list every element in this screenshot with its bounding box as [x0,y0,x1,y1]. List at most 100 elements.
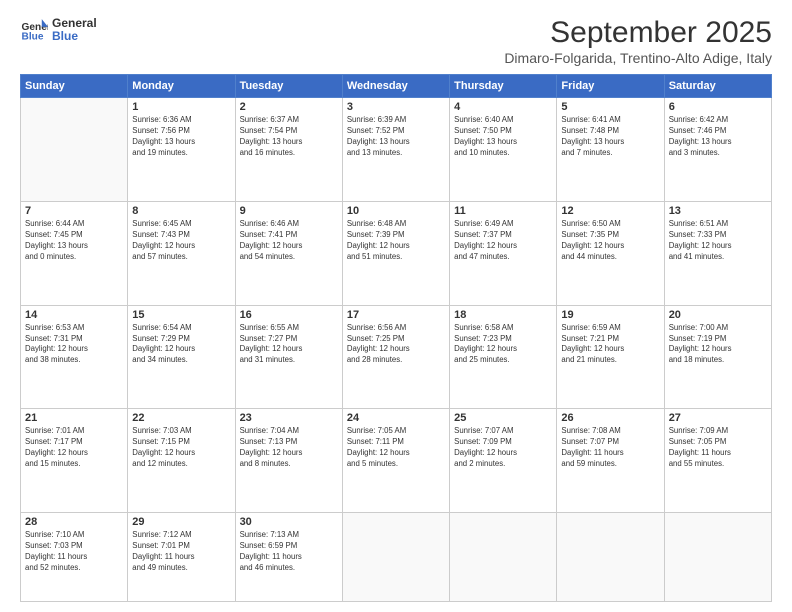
header: General Blue General Blue September 2025… [20,16,772,66]
day-number: 27 [669,412,767,424]
month-title: September 2025 [504,16,772,50]
calendar-cell: 27 Sunrise: 7:09 AM Sunset: 7:05 PM Dayli… [664,409,771,513]
day-number: 18 [454,309,552,321]
calendar-cell: 29Sunrise: 7:12 AM Sunset: 7:01 PM Dayli… [128,513,235,602]
day-number: 10 [347,205,445,217]
week-row-4: 21 Sunrise: 7:01 AM Sunset: 7:17 PM Dayli… [21,409,772,513]
calendar-cell: 10 Sunrise: 6:48 AM Sunset: 7:39 PM Dayli… [342,201,449,305]
calendar-cell [450,513,557,602]
day-info: Sunrise: 6:46 AM Sunset: 7:41 PM Dayligh… [240,219,338,263]
calendar-cell: 20 Sunrise: 7:00 AM Sunset: 7:19 PM Dayli… [664,305,771,409]
day-number: 19 [561,309,659,321]
calendar-cell: 24 Sunrise: 7:05 AM Sunset: 7:11 PM Dayli… [342,409,449,513]
logo-icon: General Blue [20,16,48,44]
day-info: Sunrise: 7:03 AM Sunset: 7:15 PM Dayligh… [132,426,230,470]
day-number: 8 [132,205,230,217]
calendar-cell: 8Sunrise: 6:45 AM Sunset: 7:43 PM Daylig… [128,201,235,305]
calendar-cell: 23Sunrise: 7:04 AM Sunset: 7:13 PM Dayli… [235,409,342,513]
calendar-cell: 25Sunrise: 7:07 AM Sunset: 7:09 PM Dayli… [450,409,557,513]
logo: General Blue General Blue [20,16,97,44]
day-number: 12 [561,205,659,217]
day-info: Sunrise: 6:54 AM Sunset: 7:29 PM Dayligh… [132,323,230,367]
calendar-cell: 16 Sunrise: 6:55 AM Sunset: 7:27 PM Dayli… [235,305,342,409]
calendar-cell: 1Sunrise: 6:36 AM Sunset: 7:56 PM Daylig… [128,98,235,202]
day-number: 26 [561,412,659,424]
calendar-cell: 26 Sunrise: 7:08 AM Sunset: 7:07 PM Dayli… [557,409,664,513]
calendar-cell [342,513,449,602]
calendar-cell: 12 Sunrise: 6:50 AM Sunset: 7:35 PM Dayli… [557,201,664,305]
day-info: Sunrise: 7:12 AM Sunset: 7:01 PM Dayligh… [132,530,230,574]
calendar-cell: 14 Sunrise: 6:53 AM Sunset: 7:31 PM Dayli… [21,305,128,409]
calendar-cell: 19 Sunrise: 6:59 AM Sunset: 7:21 PM Dayli… [557,305,664,409]
day-info: Sunrise: 6:39 AM Sunset: 7:52 PM Dayligh… [347,115,445,159]
day-info: Sunrise: 6:42 AM Sunset: 7:46 PM Dayligh… [669,115,767,159]
calendar-cell: 18Sunrise: 6:58 AM Sunset: 7:23 PM Dayli… [450,305,557,409]
calendar-cell: 15 Sunrise: 6:54 AM Sunset: 7:29 PM Dayli… [128,305,235,409]
day-info: Sunrise: 7:09 AM Sunset: 7:05 PM Dayligh… [669,426,767,470]
day-info: Sunrise: 6:49 AM Sunset: 7:37 PM Dayligh… [454,219,552,263]
day-info: Sunrise: 6:48 AM Sunset: 7:39 PM Dayligh… [347,219,445,263]
day-info: Sunrise: 7:00 AM Sunset: 7:19 PM Dayligh… [669,323,767,367]
day-number: 13 [669,205,767,217]
calendar-cell: 13 Sunrise: 6:51 AM Sunset: 7:33 PM Dayli… [664,201,771,305]
day-number: 15 [132,309,230,321]
calendar-cell [664,513,771,602]
weekday-header-saturday: Saturday [664,75,771,98]
day-number: 2 [240,101,338,113]
day-number: 28 [25,516,123,528]
day-number: 1 [132,101,230,113]
day-number: 16 [240,309,338,321]
calendar-cell [21,98,128,202]
day-info: Sunrise: 7:10 AM Sunset: 7:03 PM Dayligh… [25,530,123,574]
day-info: Sunrise: 7:01 AM Sunset: 7:17 PM Dayligh… [25,426,123,470]
day-info: Sunrise: 6:55 AM Sunset: 7:27 PM Dayligh… [240,323,338,367]
weekday-header-sunday: Sunday [21,75,128,98]
calendar-cell: 7 Sunrise: 6:44 AM Sunset: 7:45 PM Daylig… [21,201,128,305]
day-info: Sunrise: 6:50 AM Sunset: 7:35 PM Dayligh… [561,219,659,263]
week-row-2: 7 Sunrise: 6:44 AM Sunset: 7:45 PM Daylig… [21,201,772,305]
calendar-cell: 9Sunrise: 6:46 AM Sunset: 7:41 PM Daylig… [235,201,342,305]
calendar-cell: 3 Sunrise: 6:39 AM Sunset: 7:52 PM Daylig… [342,98,449,202]
day-number: 11 [454,205,552,217]
day-info: Sunrise: 6:56 AM Sunset: 7:25 PM Dayligh… [347,323,445,367]
calendar-cell: 30Sunrise: 7:13 AM Sunset: 6:59 PM Dayli… [235,513,342,602]
weekday-header-thursday: Thursday [450,75,557,98]
day-info: Sunrise: 6:53 AM Sunset: 7:31 PM Dayligh… [25,323,123,367]
calendar-cell: 22Sunrise: 7:03 AM Sunset: 7:15 PM Dayli… [128,409,235,513]
weekday-header-friday: Friday [557,75,664,98]
calendar-cell: 4Sunrise: 6:40 AM Sunset: 7:50 PM Daylig… [450,98,557,202]
week-row-3: 14 Sunrise: 6:53 AM Sunset: 7:31 PM Dayli… [21,305,772,409]
calendar-cell [557,513,664,602]
calendar-table: SundayMondayTuesdayWednesdayThursdayFrid… [20,74,772,602]
day-number: 3 [347,101,445,113]
day-info: Sunrise: 6:37 AM Sunset: 7:54 PM Dayligh… [240,115,338,159]
day-info: Sunrise: 6:41 AM Sunset: 7:48 PM Dayligh… [561,115,659,159]
day-number: 7 [25,205,123,217]
calendar-cell: 17Sunrise: 6:56 AM Sunset: 7:25 PM Dayli… [342,305,449,409]
day-number: 24 [347,412,445,424]
day-number: 23 [240,412,338,424]
day-info: Sunrise: 6:59 AM Sunset: 7:21 PM Dayligh… [561,323,659,367]
day-info: Sunrise: 6:40 AM Sunset: 7:50 PM Dayligh… [454,115,552,159]
day-number: 14 [25,309,123,321]
weekday-header-wednesday: Wednesday [342,75,449,98]
day-info: Sunrise: 7:13 AM Sunset: 6:59 PM Dayligh… [240,530,338,574]
svg-text:Blue: Blue [22,31,44,42]
calendar-cell: 2 Sunrise: 6:37 AM Sunset: 7:54 PM Daylig… [235,98,342,202]
calendar-cell: 6 Sunrise: 6:42 AM Sunset: 7:46 PM Daylig… [664,98,771,202]
weekday-header-tuesday: Tuesday [235,75,342,98]
day-info: Sunrise: 7:05 AM Sunset: 7:11 PM Dayligh… [347,426,445,470]
day-info: Sunrise: 7:07 AM Sunset: 7:09 PM Dayligh… [454,426,552,470]
week-row-5: 28 Sunrise: 7:10 AM Sunset: 7:03 PM Dayli… [21,513,772,602]
calendar-cell: 21 Sunrise: 7:01 AM Sunset: 7:17 PM Dayli… [21,409,128,513]
day-info: Sunrise: 6:44 AM Sunset: 7:45 PM Dayligh… [25,219,123,263]
day-number: 5 [561,101,659,113]
day-info: Sunrise: 7:08 AM Sunset: 7:07 PM Dayligh… [561,426,659,470]
day-number: 20 [669,309,767,321]
calendar-cell: 28 Sunrise: 7:10 AM Sunset: 7:03 PM Dayli… [21,513,128,602]
day-info: Sunrise: 6:51 AM Sunset: 7:33 PM Dayligh… [669,219,767,263]
day-number: 6 [669,101,767,113]
calendar-cell: 5 Sunrise: 6:41 AM Sunset: 7:48 PM Daylig… [557,98,664,202]
title-block: September 2025 Dimaro-Folgarida, Trentin… [504,16,772,66]
day-number: 21 [25,412,123,424]
